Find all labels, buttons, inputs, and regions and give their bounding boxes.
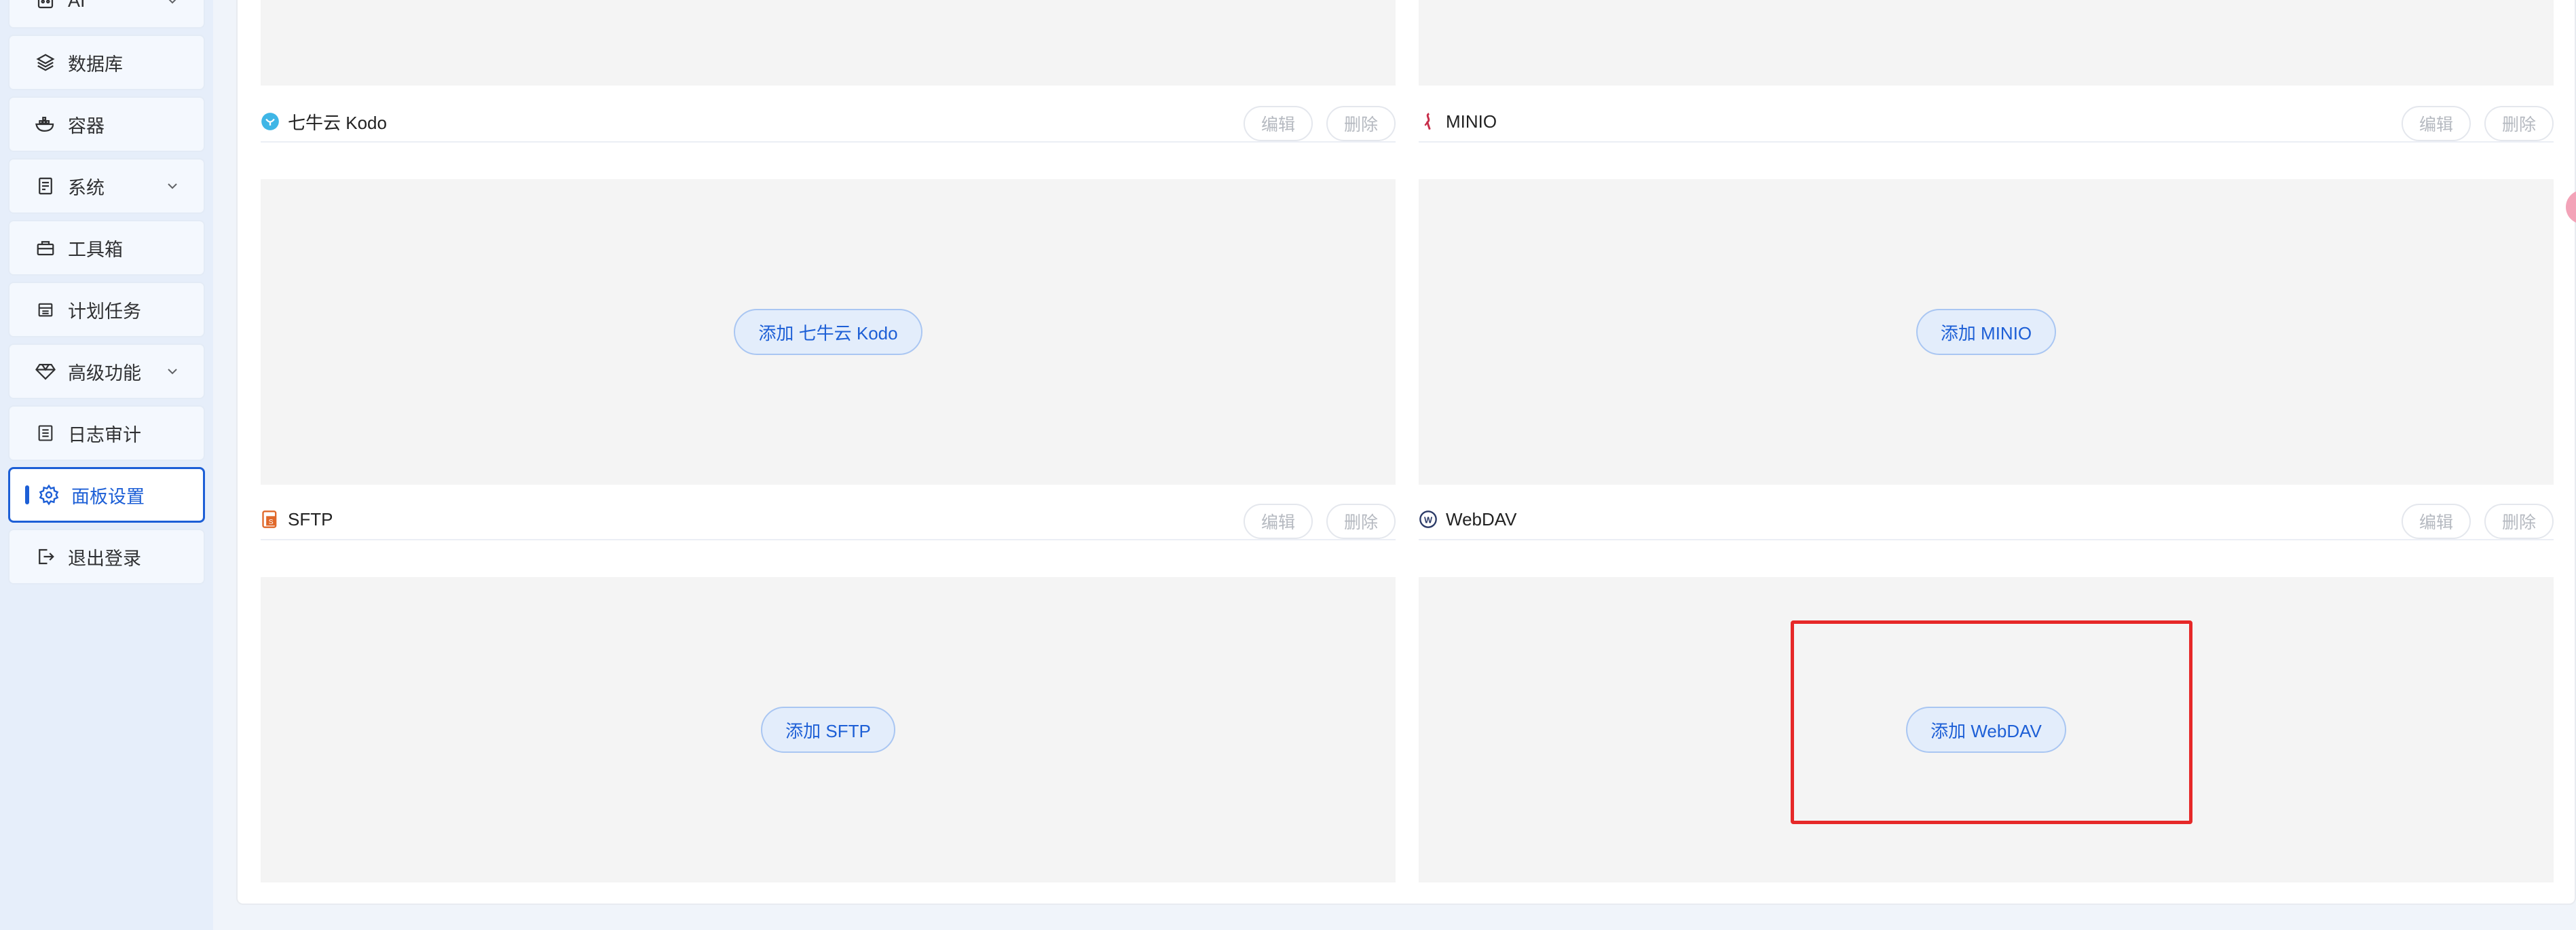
sidebar-item-toolbox[interactable]: 工具箱	[8, 220, 205, 276]
diamond-icon	[34, 360, 57, 383]
sidebar-item-advanced[interactable]: 高级功能	[8, 343, 205, 399]
sftp-header: S SFTP 编辑 删除	[261, 500, 1396, 540]
qiniu-delete-button[interactable]: 删除	[1326, 106, 1396, 141]
sidebar-item-database[interactable]: 数据库	[8, 35, 205, 90]
webdav-actions: 编辑 删除	[2401, 504, 2554, 539]
card-area-top-right	[1419, 0, 2554, 86]
add-minio-button[interactable]: 添加 MINIO	[1916, 309, 2057, 355]
chevron-down-icon	[168, 0, 176, 4]
sidebar-item-label: 退出登录	[68, 548, 141, 569]
webdav-logo-icon: W	[1419, 510, 1438, 529]
sftp-title: SFTP	[288, 508, 333, 529]
sidebar-item-label: 系统	[68, 177, 105, 198]
highlight-box	[1791, 620, 2192, 824]
chevron-down-icon	[168, 369, 177, 375]
sftp-edit-button[interactable]: 编辑	[1243, 504, 1313, 539]
server-icon	[34, 174, 57, 198]
minio-edit-button[interactable]: 编辑	[2401, 106, 2471, 141]
webdav-edit-button[interactable]: 编辑	[2401, 504, 2471, 539]
minio-card-area: 添加 MINIO	[1419, 179, 2554, 485]
docker-icon	[34, 113, 57, 136]
sidebar-item-label: 日志审计	[68, 424, 141, 445]
card-area-top-left	[261, 0, 1396, 86]
sidebar-item-label: 数据库	[68, 54, 123, 75]
minio-delete-button[interactable]: 删除	[2484, 106, 2554, 141]
toolbox-icon	[34, 236, 57, 259]
webdav-title: WebDAV	[1446, 508, 1517, 529]
sidebar-item-logout[interactable]: 退出登录	[8, 529, 205, 584]
backup-accounts-panel: 七牛云 Kodo 编辑 删除 MINIO 编辑 删除 添加 七牛云 Kodo 添…	[236, 0, 2576, 905]
webdav-header: W WebDAV 编辑 删除	[1419, 500, 2554, 540]
qiniu-title: 七牛云 Kodo	[288, 112, 387, 133]
svg-text:W: W	[1424, 515, 1433, 525]
sidebar-item-logs[interactable]: 日志审计	[8, 405, 205, 461]
sidebar: AI 数据库 容器 系统 工具箱 计划任务 高级功能 日志审计 面板设置 退出登…	[0, 0, 213, 930]
sidebar-menu: AI 数据库 容器 系统 工具箱 计划任务 高级功能 日志审计 面板设置 退出登…	[8, 0, 205, 591]
sidebar-item-label: 工具箱	[68, 239, 123, 260]
sidebar-item-label: AI	[68, 0, 86, 11]
add-qiniu-button[interactable]: 添加 七牛云 Kodo	[734, 309, 922, 355]
qiniu-header: 七牛云 Kodo 编辑 删除	[261, 102, 1396, 143]
sidebar-item-label: 容器	[68, 115, 105, 136]
qiniu-actions: 编辑 删除	[1243, 106, 1396, 141]
sftp-logo-icon: S	[261, 510, 280, 529]
minio-logo-icon	[1419, 112, 1438, 131]
sftp-actions: 编辑 删除	[1243, 504, 1396, 539]
minio-actions: 编辑 删除	[2401, 106, 2554, 141]
logout-icon	[34, 545, 57, 568]
qiniu-card-area: 添加 七牛云 Kodo	[261, 179, 1396, 485]
gear-icon	[37, 483, 60, 506]
svg-text:S: S	[269, 518, 274, 526]
sidebar-item-cronjob[interactable]: 计划任务	[8, 282, 205, 337]
sidebar-item-label: 高级功能	[68, 362, 141, 384]
sidebar-item-container[interactable]: 容器	[8, 96, 205, 152]
sidebar-item-settings[interactable]: 面板设置	[8, 467, 205, 523]
layers-icon	[34, 51, 57, 74]
add-sftp-button[interactable]: 添加 SFTP	[761, 707, 895, 753]
minio-title: MINIO	[1446, 111, 1497, 132]
log-icon	[34, 422, 57, 445]
sidebar-item-label: 面板设置	[71, 486, 145, 507]
active-indicator	[25, 485, 29, 504]
qiniu-logo-icon	[261, 112, 280, 131]
calendar-icon	[34, 298, 57, 321]
sidebar-item-label: 计划任务	[68, 301, 141, 322]
robot-icon	[34, 0, 57, 12]
webdav-delete-button[interactable]: 删除	[2484, 504, 2554, 539]
sftp-card-area: 添加 SFTP	[261, 577, 1396, 882]
minio-header: MINIO 编辑 删除	[1419, 102, 2554, 143]
chevron-down-icon	[168, 183, 177, 189]
sidebar-item-system[interactable]: 系统	[8, 158, 205, 214]
qiniu-edit-button[interactable]: 编辑	[1243, 106, 1313, 141]
sftp-delete-button[interactable]: 删除	[1326, 504, 1396, 539]
app-root: AI 数据库 容器 系统 工具箱 计划任务 高级功能 日志审计 面板设置 退出登…	[0, 0, 2576, 930]
sidebar-item-ai[interactable]: AI	[8, 0, 205, 29]
